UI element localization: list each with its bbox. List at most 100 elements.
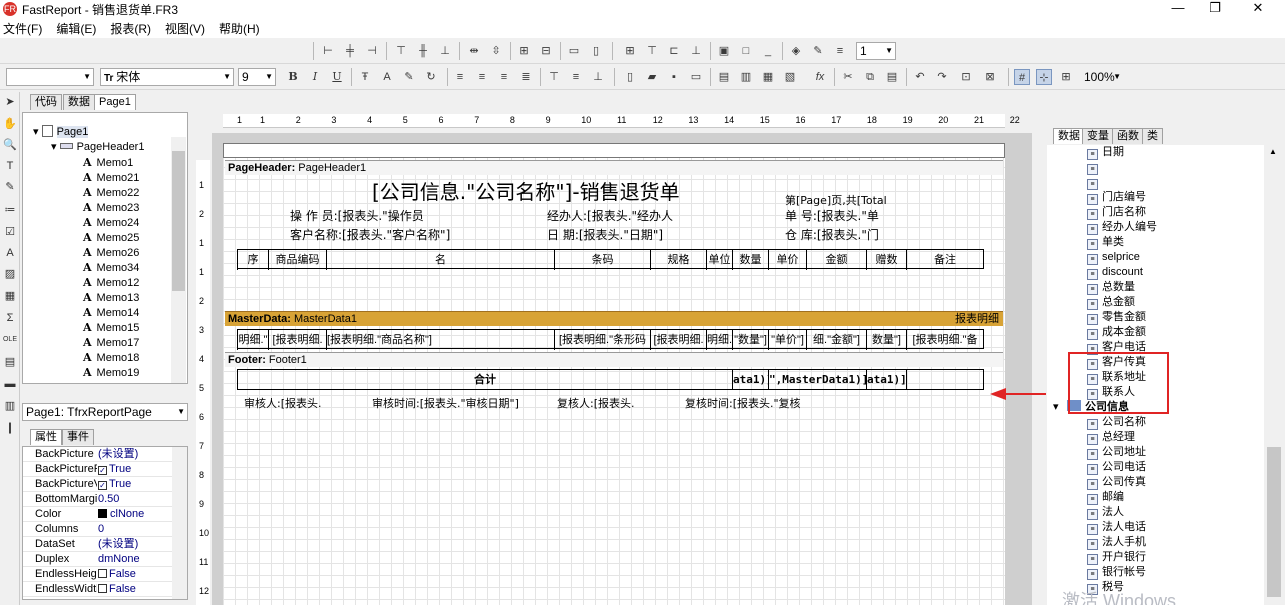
same-width-icon[interactable]: ▭ bbox=[566, 43, 582, 59]
band-insert-icon[interactable]: ≔ bbox=[2, 202, 18, 218]
new-report-icon[interactable]: ▯ bbox=[622, 69, 638, 85]
property-value[interactable]: False bbox=[98, 567, 136, 582]
font-size-combo[interactable]: 9 ▼ bbox=[238, 68, 276, 86]
property-value[interactable]: (未设置) bbox=[98, 447, 138, 462]
frame-top-icon[interactable]: ⊤ bbox=[644, 43, 660, 59]
detail-seq[interactable]: 明细." bbox=[237, 330, 268, 350]
bold-button[interactable]: B bbox=[285, 69, 301, 85]
fit-grid-icon[interactable]: ⊞ bbox=[1058, 69, 1074, 85]
total-label[interactable]: 合计 bbox=[238, 370, 732, 390]
property-value[interactable]: 0 bbox=[98, 522, 104, 537]
undo-icon[interactable]: ↶ bbox=[912, 69, 928, 85]
show-grid-icon[interactable]: # bbox=[1014, 69, 1030, 85]
expand-icon[interactable]: ▾ bbox=[1053, 400, 1059, 415]
ungroup-icon[interactable]: ⊠ bbox=[982, 69, 998, 85]
page-settings-icon[interactable]: ▧ bbox=[782, 69, 798, 85]
data-field-item[interactable]: ≡ 开户银行 bbox=[1087, 550, 1146, 565]
new-dialog-icon[interactable]: ▥ bbox=[738, 69, 754, 85]
property-value[interactable]: clNone bbox=[98, 507, 144, 522]
property-checkbox[interactable] bbox=[98, 569, 107, 578]
tab-data[interactable]: 数据 bbox=[63, 94, 95, 110]
data-field-item[interactable]: ≡ 门店编号 bbox=[1087, 190, 1146, 205]
detail-name[interactable]: [报表明细."商品名称"] bbox=[326, 330, 554, 350]
data-field-item[interactable]: ≡ 法人电话 bbox=[1087, 520, 1146, 535]
property-row[interactable]: BottomMargin 0.50 bbox=[23, 492, 187, 507]
save-icon[interactable]: ▪ bbox=[666, 69, 682, 85]
delete-page-icon[interactable]: ▦ bbox=[760, 69, 776, 85]
tab-data-tree[interactable]: 数据 bbox=[1053, 128, 1085, 144]
menu-help[interactable]: 帮助(H) bbox=[219, 20, 260, 37]
space-vertical-icon[interactable]: ⇳ bbox=[488, 43, 504, 59]
property-value[interactable]: False bbox=[98, 582, 136, 597]
fill-color-icon[interactable]: ◈ bbox=[788, 43, 804, 59]
data-field-item[interactable]: ≡ selprice bbox=[1087, 250, 1140, 265]
tree-node-memo[interactable]: A Memo24 bbox=[83, 215, 139, 230]
line-width-combo[interactable]: 1 ▼ bbox=[856, 42, 896, 60]
tree-node-page[interactable]: ▾ Page1 bbox=[33, 125, 89, 140]
warehouse-field[interactable]: 仓 库:[报表头."门 bbox=[785, 226, 879, 243]
page-info[interactable]: 第[Page]页,共[Total bbox=[785, 192, 887, 208]
detail-spec[interactable]: [报表明细. bbox=[650, 330, 706, 350]
checkbox-tool-icon[interactable]: ☑ bbox=[2, 224, 18, 240]
line-tool-icon[interactable]: ▬ bbox=[2, 376, 18, 392]
property-row[interactable]: Color clNone bbox=[23, 507, 187, 522]
ole-tool-icon[interactable]: OLE bbox=[2, 332, 18, 348]
underline-button[interactable]: U bbox=[329, 69, 345, 85]
frame-none-icon[interactable]: □ bbox=[738, 43, 754, 59]
new-page-icon[interactable]: ▤ bbox=[716, 69, 732, 85]
properties-scrollbar[interactable] bbox=[172, 447, 187, 599]
style-combo[interactable]: ▼ bbox=[6, 68, 94, 86]
object-selector[interactable]: Page1: TfrxReportPage ▼ bbox=[22, 403, 188, 421]
total-qty[interactable]: ata1)] bbox=[732, 370, 768, 390]
text-justify-icon[interactable]: ≣ bbox=[518, 69, 534, 85]
hand-tool-icon[interactable]: ✋ bbox=[2, 116, 18, 132]
total-amount[interactable]: ",MasterData1)] bbox=[768, 370, 866, 390]
data-field-item[interactable]: ≡ bbox=[1087, 175, 1102, 190]
property-value[interactable]: 0.50 bbox=[98, 492, 119, 507]
tree-node-memo[interactable]: A Memo13 bbox=[83, 290, 139, 305]
font-name-combo[interactable]: Tr 宋体 ▼ bbox=[100, 68, 234, 86]
tab-page1[interactable]: Page1 bbox=[94, 94, 136, 110]
detail-barcode[interactable]: [报表明细."条形码 bbox=[554, 330, 650, 350]
menu-edit[interactable]: 编辑(E) bbox=[56, 20, 96, 37]
property-checkbox[interactable] bbox=[98, 584, 107, 593]
tree-node-memo[interactable]: A Memo22 bbox=[83, 185, 139, 200]
handler-field[interactable]: 经办人:[报表头."经办人 bbox=[547, 207, 673, 224]
operator-field[interactable]: 操 作 员:[报表头."操作员 bbox=[290, 207, 424, 224]
space-horizontal-icon[interactable]: ⇹ bbox=[466, 43, 482, 59]
page-header-band[interactable]: PageHeader: PageHeader1 bbox=[225, 160, 1003, 175]
property-row[interactable]: BackPictureVi ✓ True bbox=[23, 477, 187, 492]
function-icon[interactable]: fx bbox=[812, 69, 828, 85]
rotate-text-icon[interactable]: ↻ bbox=[423, 69, 439, 85]
report-title[interactable]: [公司信息."公司名称"]-销售退货单 bbox=[372, 176, 680, 205]
paste-icon[interactable]: ▤ bbox=[884, 69, 900, 85]
tree-node-memo[interactable]: A Memo17 bbox=[83, 335, 139, 350]
snap-grid-icon[interactable]: ⊹ bbox=[1036, 69, 1052, 85]
format-painter-icon[interactable]: ✎ bbox=[2, 179, 18, 195]
property-row[interactable]: BackPicture (未设置) bbox=[23, 447, 187, 462]
data-field-item[interactable]: ≡ 公司地址 bbox=[1087, 445, 1146, 460]
text-middle-icon[interactable]: ≡ bbox=[568, 69, 584, 85]
tree-scroll-thumb[interactable] bbox=[172, 151, 185, 291]
data-field-item[interactable]: ≡ 单类 bbox=[1087, 235, 1124, 250]
property-checkbox[interactable]: ✓ bbox=[98, 466, 107, 475]
tab-events[interactable]: 事件 bbox=[62, 429, 94, 445]
recheck-field[interactable]: 复核人:[报表头. bbox=[557, 395, 635, 411]
zoom-tool-icon[interactable]: 🔍 bbox=[2, 137, 18, 153]
copy-icon[interactable]: ⧉ bbox=[862, 69, 878, 85]
tree-node-memo[interactable]: A Memo14 bbox=[83, 305, 139, 320]
total-remark[interactable] bbox=[906, 370, 983, 390]
center-horizontal-icon[interactable]: ⊞ bbox=[516, 43, 532, 59]
redo-icon[interactable]: ↷ bbox=[934, 69, 950, 85]
property-row[interactable]: DataSet (未设置) bbox=[23, 537, 187, 552]
audit-time-field[interactable]: 审核时间:[报表头."审核日期"] bbox=[372, 395, 519, 411]
sum-tool-icon[interactable]: Σ bbox=[2, 310, 18, 326]
tree-node-memo[interactable]: A Memo26 bbox=[83, 245, 139, 260]
doc-no-field[interactable]: 单 号:[报表头."单 bbox=[785, 207, 879, 224]
tab-variables[interactable]: 变量 bbox=[1082, 128, 1114, 144]
cut-icon[interactable]: ✂ bbox=[840, 69, 856, 85]
highlight-icon[interactable]: ✎ bbox=[401, 69, 417, 85]
detail-remark[interactable]: [报表明细."备 bbox=[906, 330, 983, 350]
tree-node-memo[interactable]: A Memo12 bbox=[83, 275, 139, 290]
text-bottom-icon[interactable]: ⊥ bbox=[590, 69, 606, 85]
